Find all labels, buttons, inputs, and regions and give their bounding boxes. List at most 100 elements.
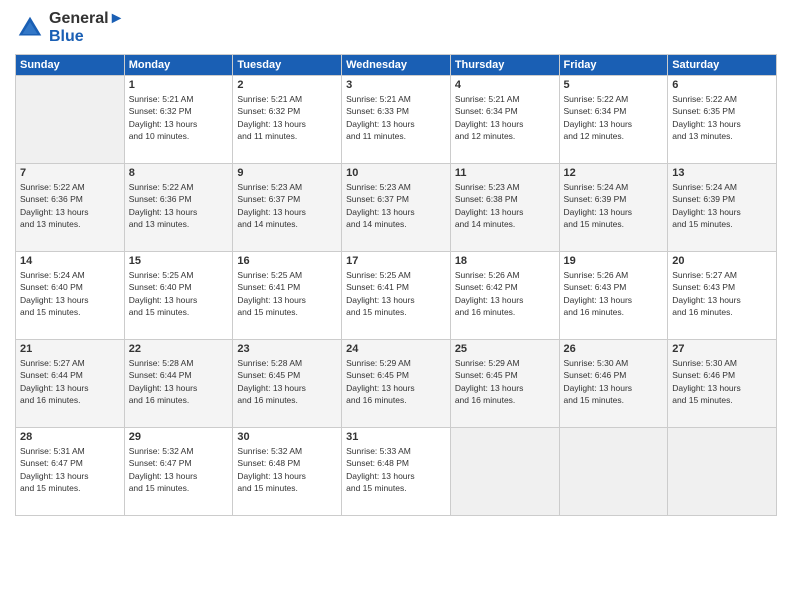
day-cell: 30 Sunrise: 5:32 AM Sunset: 6:48 PM Dayli… xyxy=(233,428,342,516)
day-info: Sunrise: 5:30 AM Sunset: 6:46 PM Dayligh… xyxy=(672,357,772,406)
calendar-header-row: SundayMondayTuesdayWednesdayThursdayFrid… xyxy=(16,55,777,76)
day-number: 12 xyxy=(564,167,664,179)
day-number: 9 xyxy=(237,167,337,179)
day-cell: 12 Sunrise: 5:24 AM Sunset: 6:39 PM Dayli… xyxy=(559,164,668,252)
day-info: Sunrise: 5:22 AM Sunset: 6:34 PM Dayligh… xyxy=(564,93,664,142)
day-number: 2 xyxy=(237,79,337,91)
day-number: 10 xyxy=(346,167,446,179)
day-info: Sunrise: 5:33 AM Sunset: 6:48 PM Dayligh… xyxy=(346,445,446,494)
day-cell: 14 Sunrise: 5:24 AM Sunset: 6:40 PM Dayli… xyxy=(16,252,125,340)
header: General► Blue xyxy=(15,10,777,46)
day-number: 4 xyxy=(455,79,555,91)
header-tuesday: Tuesday xyxy=(233,55,342,76)
day-cell: 21 Sunrise: 5:27 AM Sunset: 6:44 PM Dayli… xyxy=(16,340,125,428)
header-saturday: Saturday xyxy=(668,55,777,76)
week-row-4: 28 Sunrise: 5:31 AM Sunset: 6:47 PM Dayli… xyxy=(16,428,777,516)
day-number: 21 xyxy=(20,343,120,355)
day-info: Sunrise: 5:22 AM Sunset: 6:35 PM Dayligh… xyxy=(672,93,772,142)
day-info: Sunrise: 5:25 AM Sunset: 6:40 PM Dayligh… xyxy=(129,269,229,318)
day-info: Sunrise: 5:29 AM Sunset: 6:45 PM Dayligh… xyxy=(346,357,446,406)
day-cell: 9Sunrise: 5:23 AM Sunset: 6:37 PM Daylig… xyxy=(233,164,342,252)
day-number: 23 xyxy=(237,343,337,355)
day-info: Sunrise: 5:26 AM Sunset: 6:42 PM Dayligh… xyxy=(455,269,555,318)
header-sunday: Sunday xyxy=(16,55,125,76)
day-cell: 11Sunrise: 5:23 AM Sunset: 6:38 PM Dayli… xyxy=(450,164,559,252)
day-cell xyxy=(668,428,777,516)
day-info: Sunrise: 5:25 AM Sunset: 6:41 PM Dayligh… xyxy=(346,269,446,318)
day-number: 22 xyxy=(129,343,229,355)
day-number: 19 xyxy=(564,255,664,267)
day-cell: 7 Sunrise: 5:22 AM Sunset: 6:36 PM Daylig… xyxy=(16,164,125,252)
page-container: General► Blue SundayMondayTuesdayWednesd… xyxy=(0,0,792,612)
day-info: Sunrise: 5:28 AM Sunset: 6:45 PM Dayligh… xyxy=(237,357,337,406)
day-info: Sunrise: 5:27 AM Sunset: 6:44 PM Dayligh… xyxy=(20,357,120,406)
day-number: 1 xyxy=(129,79,229,91)
day-cell: 2 Sunrise: 5:21 AM Sunset: 6:32 PM Daylig… xyxy=(233,76,342,164)
day-cell xyxy=(559,428,668,516)
day-cell xyxy=(16,76,125,164)
day-number: 29 xyxy=(129,431,229,443)
day-cell: 13Sunrise: 5:24 AM Sunset: 6:39 PM Dayli… xyxy=(668,164,777,252)
day-number: 15 xyxy=(129,255,229,267)
logo-text: General► Blue xyxy=(49,10,124,46)
day-info: Sunrise: 5:24 AM Sunset: 6:39 PM Dayligh… xyxy=(672,181,772,230)
day-info: Sunrise: 5:32 AM Sunset: 6:48 PM Dayligh… xyxy=(237,445,337,494)
day-number: 25 xyxy=(455,343,555,355)
day-number: 5 xyxy=(564,79,664,91)
day-info: Sunrise: 5:29 AM Sunset: 6:45 PM Dayligh… xyxy=(455,357,555,406)
day-cell: 25 Sunrise: 5:29 AM Sunset: 6:45 PM Dayli… xyxy=(450,340,559,428)
day-number: 31 xyxy=(346,431,446,443)
day-cell: 1 Sunrise: 5:21 AM Sunset: 6:32 PM Daylig… xyxy=(124,76,233,164)
day-cell: 23 Sunrise: 5:28 AM Sunset: 6:45 PM Dayli… xyxy=(233,340,342,428)
week-row-2: 14 Sunrise: 5:24 AM Sunset: 6:40 PM Dayli… xyxy=(16,252,777,340)
day-cell: 10 Sunrise: 5:23 AM Sunset: 6:37 PM Dayli… xyxy=(342,164,451,252)
day-cell: 16 Sunrise: 5:25 AM Sunset: 6:41 PM Dayli… xyxy=(233,252,342,340)
day-number: 3 xyxy=(346,79,446,91)
day-number: 7 xyxy=(20,167,120,179)
day-info: Sunrise: 5:32 AM Sunset: 6:47 PM Dayligh… xyxy=(129,445,229,494)
day-number: 24 xyxy=(346,343,446,355)
day-info: Sunrise: 5:30 AM Sunset: 6:46 PM Dayligh… xyxy=(564,357,664,406)
day-cell: 18 Sunrise: 5:26 AM Sunset: 6:42 PM Dayli… xyxy=(450,252,559,340)
day-number: 27 xyxy=(672,343,772,355)
day-cell: 17Sunrise: 5:25 AM Sunset: 6:41 PM Dayli… xyxy=(342,252,451,340)
day-cell: 29 Sunrise: 5:32 AM Sunset: 6:47 PM Dayli… xyxy=(124,428,233,516)
day-cell: 26 Sunrise: 5:30 AM Sunset: 6:46 PM Dayli… xyxy=(559,340,668,428)
day-cell xyxy=(450,428,559,516)
day-number: 30 xyxy=(237,431,337,443)
day-number: 26 xyxy=(564,343,664,355)
day-cell: 4Sunrise: 5:21 AM Sunset: 6:34 PM Daylig… xyxy=(450,76,559,164)
day-info: Sunrise: 5:21 AM Sunset: 6:32 PM Dayligh… xyxy=(129,93,229,142)
day-info: Sunrise: 5:25 AM Sunset: 6:41 PM Dayligh… xyxy=(237,269,337,318)
calendar-table: SundayMondayTuesdayWednesdayThursdayFrid… xyxy=(15,54,777,516)
day-cell: 19 Sunrise: 5:26 AM Sunset: 6:43 PM Dayli… xyxy=(559,252,668,340)
day-number: 6 xyxy=(672,79,772,91)
day-info: Sunrise: 5:24 AM Sunset: 6:40 PM Dayligh… xyxy=(20,269,120,318)
day-info: Sunrise: 5:23 AM Sunset: 6:38 PM Dayligh… xyxy=(455,181,555,230)
week-row-3: 21 Sunrise: 5:27 AM Sunset: 6:44 PM Dayli… xyxy=(16,340,777,428)
day-number: 8 xyxy=(129,167,229,179)
day-number: 14 xyxy=(20,255,120,267)
day-info: Sunrise: 5:23 AM Sunset: 6:37 PM Dayligh… xyxy=(346,181,446,230)
day-cell: 27 Sunrise: 5:30 AM Sunset: 6:46 PM Dayli… xyxy=(668,340,777,428)
day-info: Sunrise: 5:21 AM Sunset: 6:33 PM Dayligh… xyxy=(346,93,446,142)
day-cell: 6 Sunrise: 5:22 AM Sunset: 6:35 PM Daylig… xyxy=(668,76,777,164)
day-number: 18 xyxy=(455,255,555,267)
day-cell: 24 Sunrise: 5:29 AM Sunset: 6:45 PM Dayli… xyxy=(342,340,451,428)
day-info: Sunrise: 5:26 AM Sunset: 6:43 PM Dayligh… xyxy=(564,269,664,318)
day-info: Sunrise: 5:21 AM Sunset: 6:32 PM Dayligh… xyxy=(237,93,337,142)
day-info: Sunrise: 5:22 AM Sunset: 6:36 PM Dayligh… xyxy=(20,181,120,230)
day-number: 16 xyxy=(237,255,337,267)
day-info: Sunrise: 5:31 AM Sunset: 6:47 PM Dayligh… xyxy=(20,445,120,494)
day-number: 20 xyxy=(672,255,772,267)
header-thursday: Thursday xyxy=(450,55,559,76)
week-row-1: 7 Sunrise: 5:22 AM Sunset: 6:36 PM Daylig… xyxy=(16,164,777,252)
day-cell: 5 Sunrise: 5:22 AM Sunset: 6:34 PM Daylig… xyxy=(559,76,668,164)
day-info: Sunrise: 5:24 AM Sunset: 6:39 PM Dayligh… xyxy=(564,181,664,230)
day-info: Sunrise: 5:27 AM Sunset: 6:43 PM Dayligh… xyxy=(672,269,772,318)
logo: General► Blue xyxy=(15,10,124,46)
logo-icon xyxy=(15,13,45,43)
day-cell: 20 Sunrise: 5:27 AM Sunset: 6:43 PM Dayli… xyxy=(668,252,777,340)
day-number: 28 xyxy=(20,431,120,443)
day-cell: 8Sunrise: 5:22 AM Sunset: 6:36 PM Daylig… xyxy=(124,164,233,252)
